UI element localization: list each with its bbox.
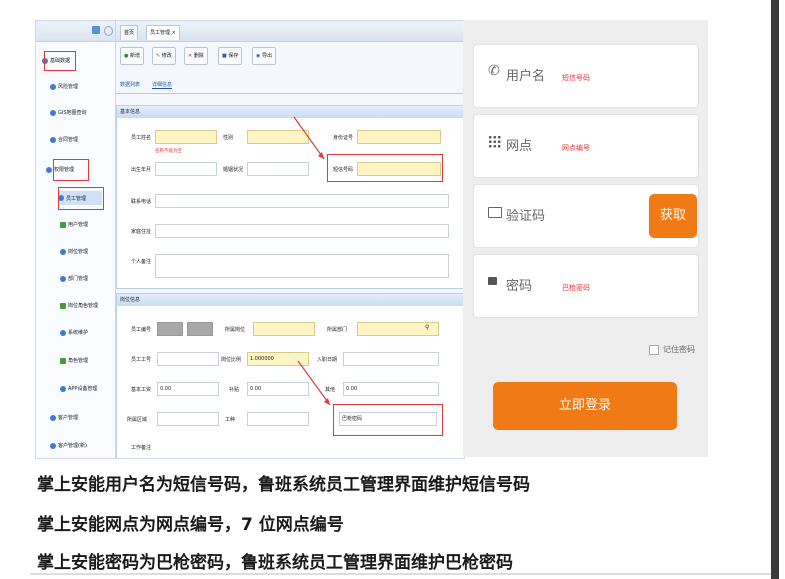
arrow-head-gun — [324, 398, 330, 405]
branch-label: 网点 — [506, 139, 533, 154]
phone-icon: ✆ — [488, 63, 500, 79]
username-input[interactable]: ✆ 用户名 短信号码 — [473, 44, 699, 108]
password-input[interactable]: 密码 巴枪密码 — [473, 254, 699, 318]
lock-icon — [488, 277, 497, 285]
login-button[interactable]: 立即登录 — [493, 382, 677, 430]
grid-icon — [488, 135, 501, 148]
arrow-to-sms-number — [293, 116, 325, 160]
branch-input[interactable]: 网点 网点编号 — [473, 114, 699, 178]
arrow-to-gun-password — [297, 360, 331, 406]
annotation-arrows — [293, 116, 331, 406]
password-hint: 巴枪密码 — [562, 284, 590, 292]
arrow-head-sms — [318, 152, 324, 159]
caption-branch: 掌上安能网点为网点编号，7 位网点编号 — [37, 515, 344, 535]
caption-username: 掌上安能用户名为短信号码，鲁班系统员工管理界面维护短信号码 — [37, 475, 530, 495]
remember-checkbox[interactable] — [649, 344, 659, 355]
remember-password[interactable]: 记住密码 — [649, 344, 695, 355]
admin-screenshot: 基础数据 风险管理 GIS地图查询 合同管理 权限管理 员工管理 用户管理 岗位… — [35, 20, 465, 459]
window-edge-bar — [771, 0, 779, 579]
bottom-divider — [30, 573, 771, 575]
remember-label: 记住密码 — [663, 345, 695, 354]
branch-hint: 网点编号 — [562, 144, 590, 152]
get-code-button[interactable]: 获取 — [649, 194, 697, 238]
username-hint: 短信号码 — [562, 74, 590, 82]
mail-icon — [488, 207, 502, 218]
code-label: 验证码 — [506, 209, 546, 224]
username-label: 用户名 — [506, 69, 546, 84]
password-label: 密码 — [506, 279, 533, 294]
caption-password: 掌上安能密码为巴枪密码，鲁班系统员工管理界面维护巴枪密码 — [37, 553, 513, 573]
mobile-login-screen: ✆ 用户名 短信号码 网点 网点编号 验证码 获取 密码 巴枪密码 记住密码 立… — [463, 20, 708, 457]
